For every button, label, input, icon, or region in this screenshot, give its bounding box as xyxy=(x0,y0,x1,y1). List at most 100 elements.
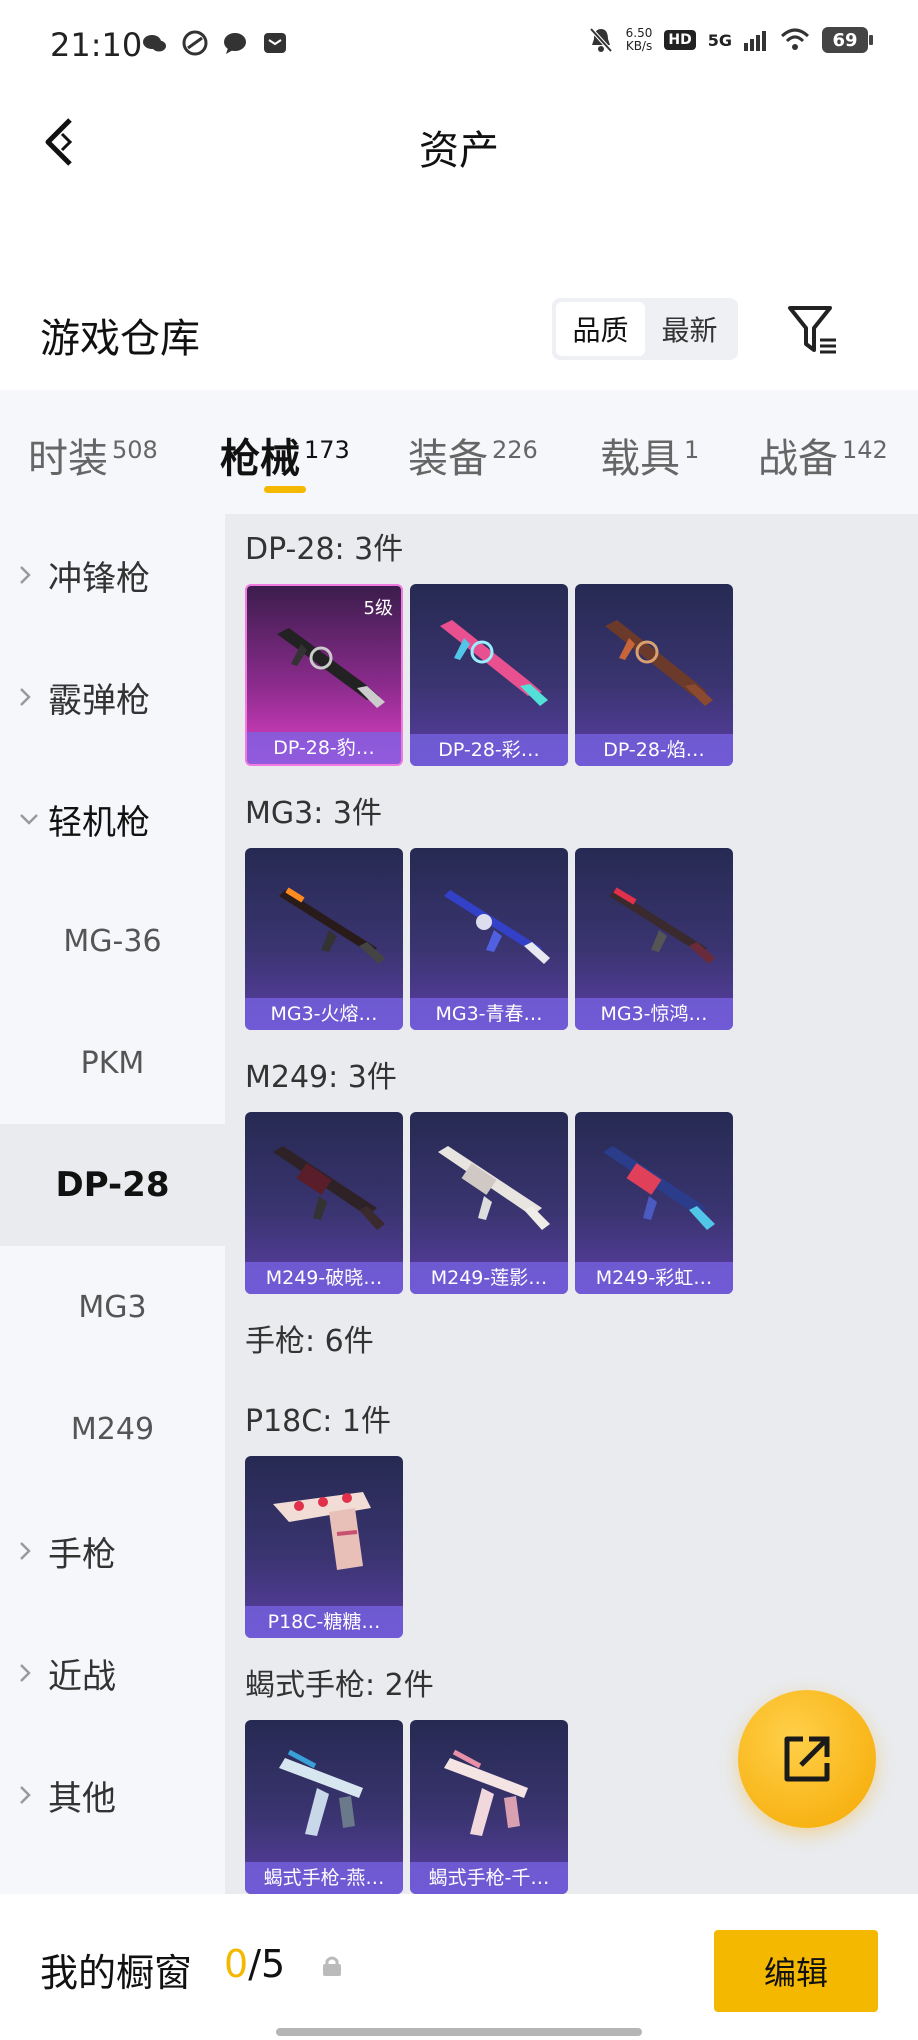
lmg-skin-image xyxy=(438,1146,550,1230)
side-item-smg[interactable]: 冲锋枪 xyxy=(0,514,225,636)
item-label: MG3-火熔… xyxy=(245,998,403,1030)
item-card[interactable]: DP-28-彩… xyxy=(410,584,568,766)
signal-icon xyxy=(744,31,766,51)
item-card[interactable]: M249-破晓… xyxy=(245,1112,403,1294)
pistol-skin-image xyxy=(273,1492,371,1570)
item-label: M249-莲影… xyxy=(410,1262,568,1294)
side-item-dp28[interactable]: DP-28 xyxy=(0,1124,225,1246)
item-card[interactable]: 5级 DP-28-豹… xyxy=(245,584,403,766)
chevron-right-icon xyxy=(18,1784,48,1806)
side-item-pkm[interactable]: PKM xyxy=(0,1002,225,1124)
chevron-right-icon xyxy=(18,564,48,586)
mail-icon xyxy=(264,33,286,53)
status-bar: 21:10 6.50 KB/s HD 5G 69 xyxy=(0,0,918,92)
side-nav: 冲锋枪 霰弹枪 轻机枪 MG-36 PKM DP-28 MG3 M249 手枪 … xyxy=(0,514,225,1894)
item-label: M249-彩虹… xyxy=(575,1262,733,1294)
status-icons-right: 6.50 KB/s HD 5G 69 xyxy=(588,26,873,54)
tab-fashion[interactable]: 时装 508 xyxy=(28,426,158,484)
item-label: DP-28-豹… xyxy=(247,732,401,764)
tab-label: 时装 xyxy=(28,436,108,482)
item-card[interactable]: M249-莲影… xyxy=(410,1112,568,1294)
tab-count: 173 xyxy=(304,436,350,464)
showcase-label: 我的橱窗 xyxy=(40,1951,193,1995)
share-button[interactable] xyxy=(738,1690,876,1828)
item-card[interactable]: MG3-青春… xyxy=(410,848,568,1030)
bottom-bar: 我的橱窗 0/5 编辑 xyxy=(0,1894,918,2040)
side-item-shotgun[interactable]: 霰弹枪 xyxy=(0,636,225,758)
mute-bell-icon xyxy=(589,27,613,53)
side-item-label: 其他 xyxy=(48,1778,116,1819)
item-label: DP-28-彩… xyxy=(410,734,568,766)
battery-icon: 69 xyxy=(822,27,873,53)
item-label: DP-28-焰… xyxy=(575,734,733,766)
group-title: 蝎式手枪: 2件 xyxy=(245,1668,434,1703)
machine-gun-skin-image xyxy=(444,890,550,964)
smg-skin-image xyxy=(279,1749,363,1836)
lock-icon xyxy=(323,1956,341,1976)
rifle-skin-image xyxy=(277,628,385,708)
sort-quality-button[interactable]: 品质 xyxy=(556,302,645,356)
item-label: MG3-青春… xyxy=(410,998,568,1030)
side-item-lmg[interactable]: 轻机枪 xyxy=(0,758,225,880)
chat-bubble-icon xyxy=(224,33,246,54)
item-card[interactable]: MG3-惊鸿… xyxy=(575,848,733,1030)
side-item-pistol[interactable]: 手枪 xyxy=(0,1490,225,1612)
sort-newest-button[interactable]: 最新 xyxy=(645,302,734,356)
filter-icon xyxy=(788,306,836,354)
lmg-skin-image xyxy=(603,1146,715,1230)
group-title: DP-28: 3件 xyxy=(245,532,404,567)
item-card[interactable]: DP-28-焰… xyxy=(575,584,733,766)
sort-toggle: 品质 最新 xyxy=(552,298,738,360)
group-title: P18C: 1件 xyxy=(245,1404,391,1439)
status-icons-left xyxy=(142,30,288,56)
side-item-label: 近战 xyxy=(48,1656,116,1697)
side-item-mg36[interactable]: MG-36 xyxy=(0,880,225,1002)
share-external-icon xyxy=(784,1736,830,1782)
side-item-label: 霰弹枪 xyxy=(48,680,150,721)
tab-count: 508 xyxy=(112,436,158,464)
status-time: 21:10 xyxy=(50,26,143,64)
smg-skin-image xyxy=(444,1749,528,1836)
filter-button[interactable] xyxy=(784,300,844,360)
network-type: 5G xyxy=(707,30,732,50)
warehouse-title: 游戏仓库 xyxy=(40,316,200,362)
side-item-m249[interactable]: M249 xyxy=(0,1368,225,1490)
item-label: 蝎式手枪-燕… xyxy=(245,1862,403,1894)
chevron-down-icon xyxy=(18,812,48,826)
link-icon xyxy=(182,30,208,56)
item-card[interactable]: P18C-糖糖… xyxy=(245,1456,403,1638)
tab-label: 载具 xyxy=(600,436,680,482)
tab-battle-gear[interactable]: 战备 142 xyxy=(758,426,888,484)
machine-gun-skin-image xyxy=(609,887,715,964)
chevron-right-icon xyxy=(18,686,48,708)
side-item-mg3[interactable]: MG3 xyxy=(0,1246,225,1368)
item-card[interactable]: 蝎式手枪-千… xyxy=(410,1720,568,1894)
tab-label: 装备 xyxy=(408,436,488,482)
tab-count: 1 xyxy=(684,436,700,464)
machine-gun-skin-image xyxy=(279,887,385,964)
tab-vehicles[interactable]: 载具 1 xyxy=(600,426,699,484)
rifle-skin-image xyxy=(605,620,713,706)
chevron-right-icon xyxy=(18,1662,48,1684)
side-item-label: 冲锋枪 xyxy=(48,558,150,599)
item-card[interactable]: M249-彩虹… xyxy=(575,1112,733,1294)
item-label: M249-破晓… xyxy=(245,1262,403,1294)
item-card[interactable]: 蝎式手枪-燕… xyxy=(245,1720,403,1894)
item-label: P18C-糖糖… xyxy=(245,1606,403,1638)
active-tab-indicator xyxy=(264,486,306,493)
tab-firearms[interactable]: 枪械 173 xyxy=(220,426,350,484)
edit-button[interactable]: 编辑 xyxy=(714,1930,878,2012)
page-title: 资产 xyxy=(419,128,499,174)
side-item-label: 手枪 xyxy=(48,1534,116,1575)
item-card[interactable]: MG3-火熔… xyxy=(245,848,403,1030)
side-item-label: 轻机枪 xyxy=(48,802,150,843)
category-tabs: 时装 508 枪械 173 装备 226 载具 1 战备 142 xyxy=(0,390,918,514)
rifle-skin-image xyxy=(440,620,548,706)
group-title: 手枪: 6件 xyxy=(245,1324,374,1359)
side-item-melee[interactable]: 近战 xyxy=(0,1612,225,1734)
side-item-other[interactable]: 其他 xyxy=(0,1734,225,1856)
item-grid: DP-28: 3件 5级 DP-28-豹… DP-28-彩… DP-28-焰… … xyxy=(225,514,918,1894)
tab-label: 战备 xyxy=(758,436,838,482)
tab-equipment[interactable]: 装备 226 xyxy=(408,426,538,484)
lmg-skin-image xyxy=(273,1146,385,1230)
